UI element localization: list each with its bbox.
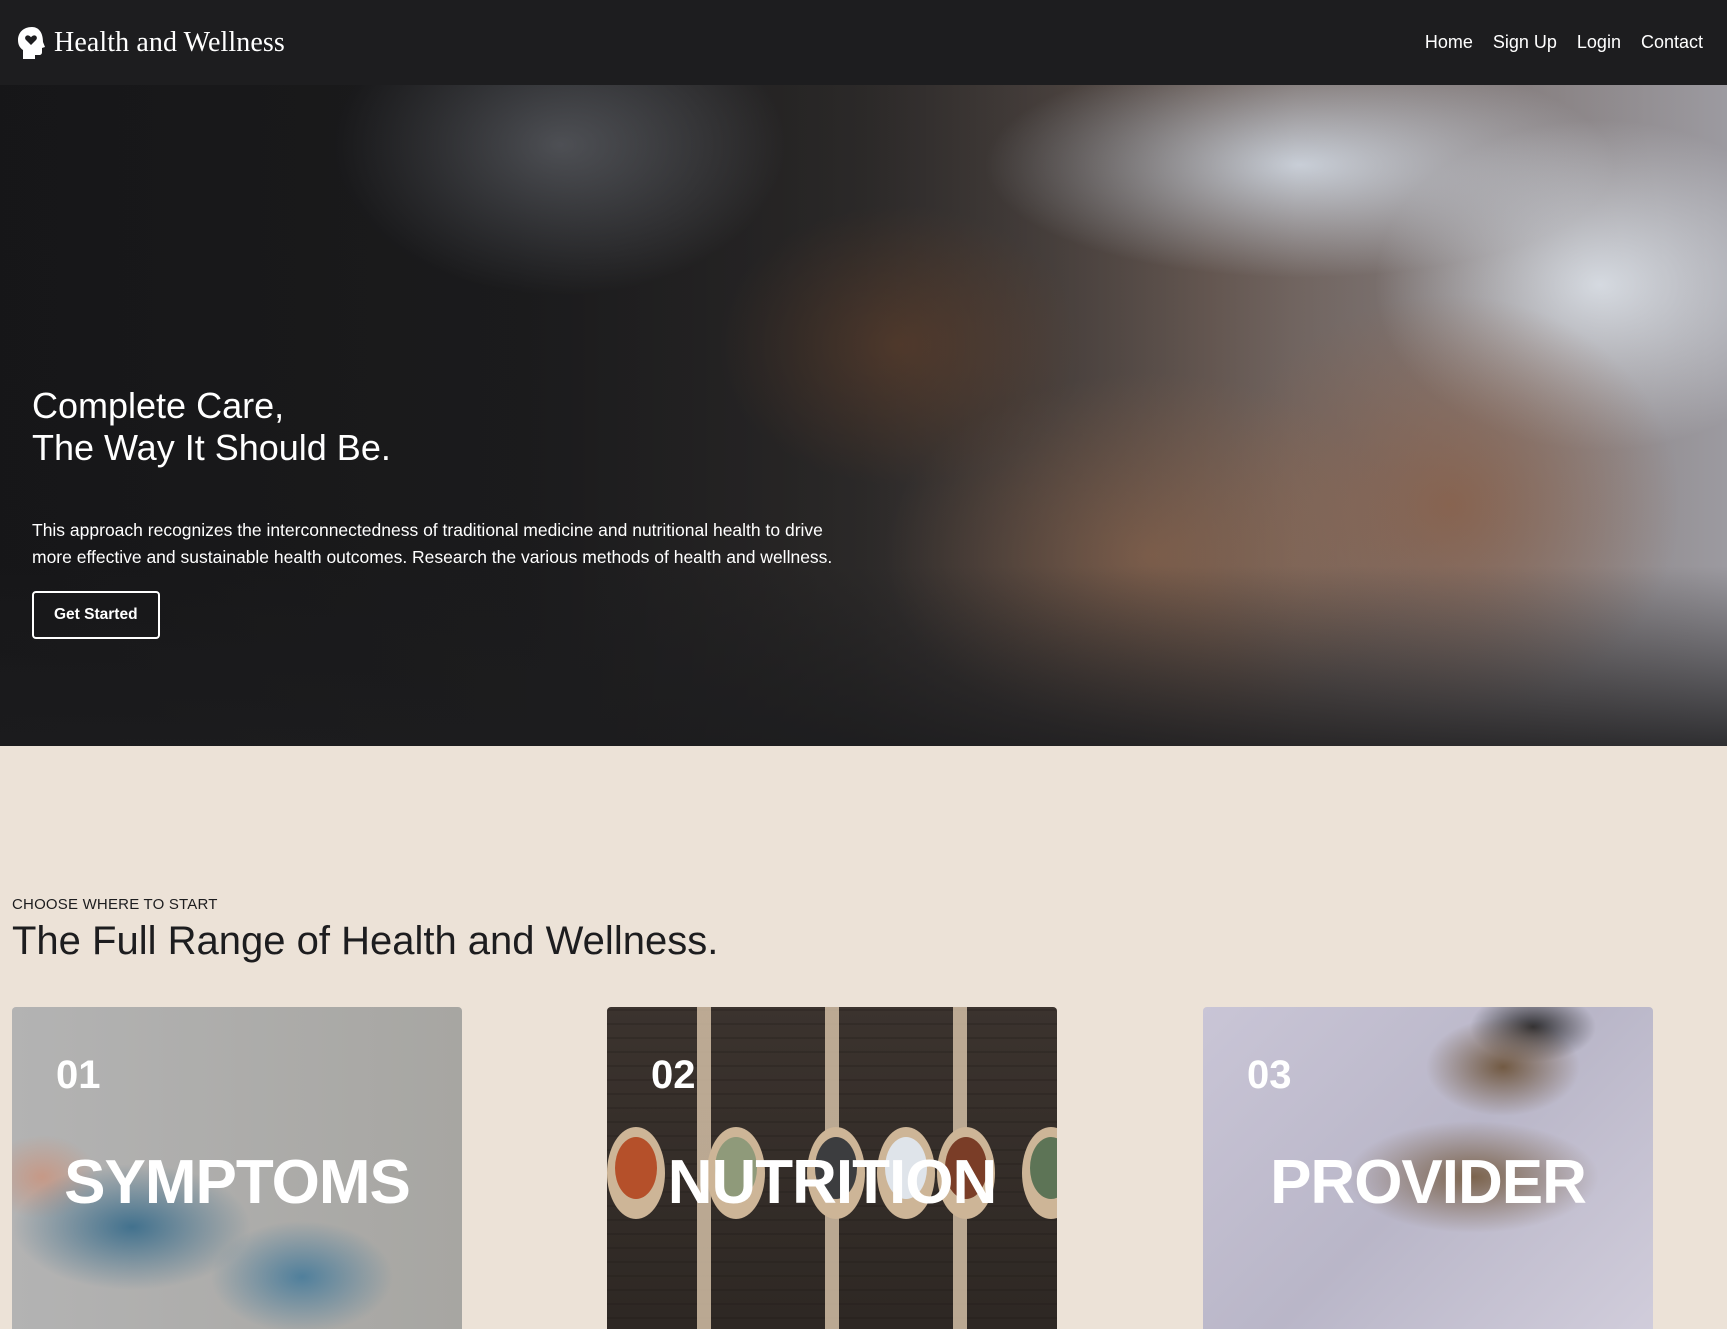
card-provider[interactable]: 03 PROVIDER [1203,1007,1653,1329]
card-title: NUTRITION [667,1148,998,1217]
card-title: PROVIDER [1270,1148,1587,1217]
head-heart-icon [18,26,45,59]
nav-link-home[interactable]: Home [1425,32,1473,53]
hero-banner: Complete Care, The Way It Should Be. Thi… [0,85,1727,746]
card-number: 01 [56,1053,101,1097]
nav-links: Home Sign Up Login Contact [1425,32,1703,53]
brand-name: Health and Wellness [54,26,285,58]
hero-title-line-1: Complete Care, [32,385,285,426]
hero-title: Complete Care, The Way It Should Be. [32,385,892,469]
services-section-header: CHOOSE WHERE TO START The Full Range of … [12,896,1712,965]
nav-link-contact[interactable]: Contact [1641,32,1703,53]
card-title: SYMPTOMS [64,1148,411,1217]
hero-content: Complete Care, The Way It Should Be. Thi… [32,385,892,639]
section-title: The Full Range of Health and Wellness. [12,919,719,963]
hero-description: This approach recognizes the interconnec… [32,520,833,567]
nav-link-login[interactable]: Login [1577,32,1621,53]
service-cards: 01 SYMPTOMS 02 NUTRITION 03 PROVIDER [12,1007,1712,1329]
brand[interactable]: Health and Wellness [16,25,285,61]
page: Health and Wellness Home Sign Up Login C… [0,0,1727,1329]
card-nutrition[interactable]: 02 NUTRITION [607,1007,1057,1329]
get-started-button[interactable]: Get Started [32,591,160,639]
top-navigation: Health and Wellness Home Sign Up Login C… [0,0,1727,85]
nav-link-sign-up[interactable]: Sign Up [1493,32,1557,53]
card-number: 03 [1247,1053,1292,1097]
hero-title-line-2: The Way It Should Be. [32,427,391,468]
card-number: 02 [651,1053,696,1097]
section-eyebrow: CHOOSE WHERE TO START [12,896,218,913]
card-symptoms[interactable]: 01 SYMPTOMS [12,1007,462,1329]
